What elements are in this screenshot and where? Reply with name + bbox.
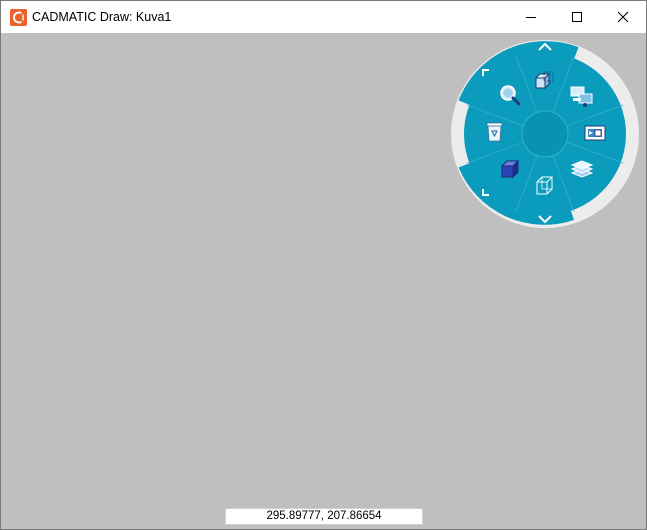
maximize-icon <box>572 12 582 22</box>
app-window: CADMATIC Draw: Kuva1 295.89777, 207.8665… <box>0 0 647 530</box>
drawing-canvas[interactable]: 295.89777, 207.86654 <box>1 33 646 529</box>
maximize-button[interactable] <box>554 1 600 33</box>
close-button[interactable] <box>600 1 646 33</box>
window-title: CADMATIC Draw: Kuva1 <box>32 10 172 24</box>
coordinate-readout: 295.89777, 207.86654 <box>225 508 423 525</box>
layers-icon[interactable] <box>570 160 594 178</box>
cadmatic-logo-icon <box>10 9 27 26</box>
minimize-button[interactable] <box>508 1 554 33</box>
minimize-icon <box>526 17 536 18</box>
recycle-bin-icon[interactable] <box>486 122 503 142</box>
radial-menu[interactable] <box>448 37 642 231</box>
close-icon <box>617 11 629 23</box>
window-view-icon[interactable] <box>584 125 606 141</box>
solid-cube-icon[interactable] <box>500 159 520 179</box>
title-bar[interactable]: CADMATIC Draw: Kuva1 <box>1 1 646 33</box>
radial-center-button[interactable] <box>521 110 569 158</box>
